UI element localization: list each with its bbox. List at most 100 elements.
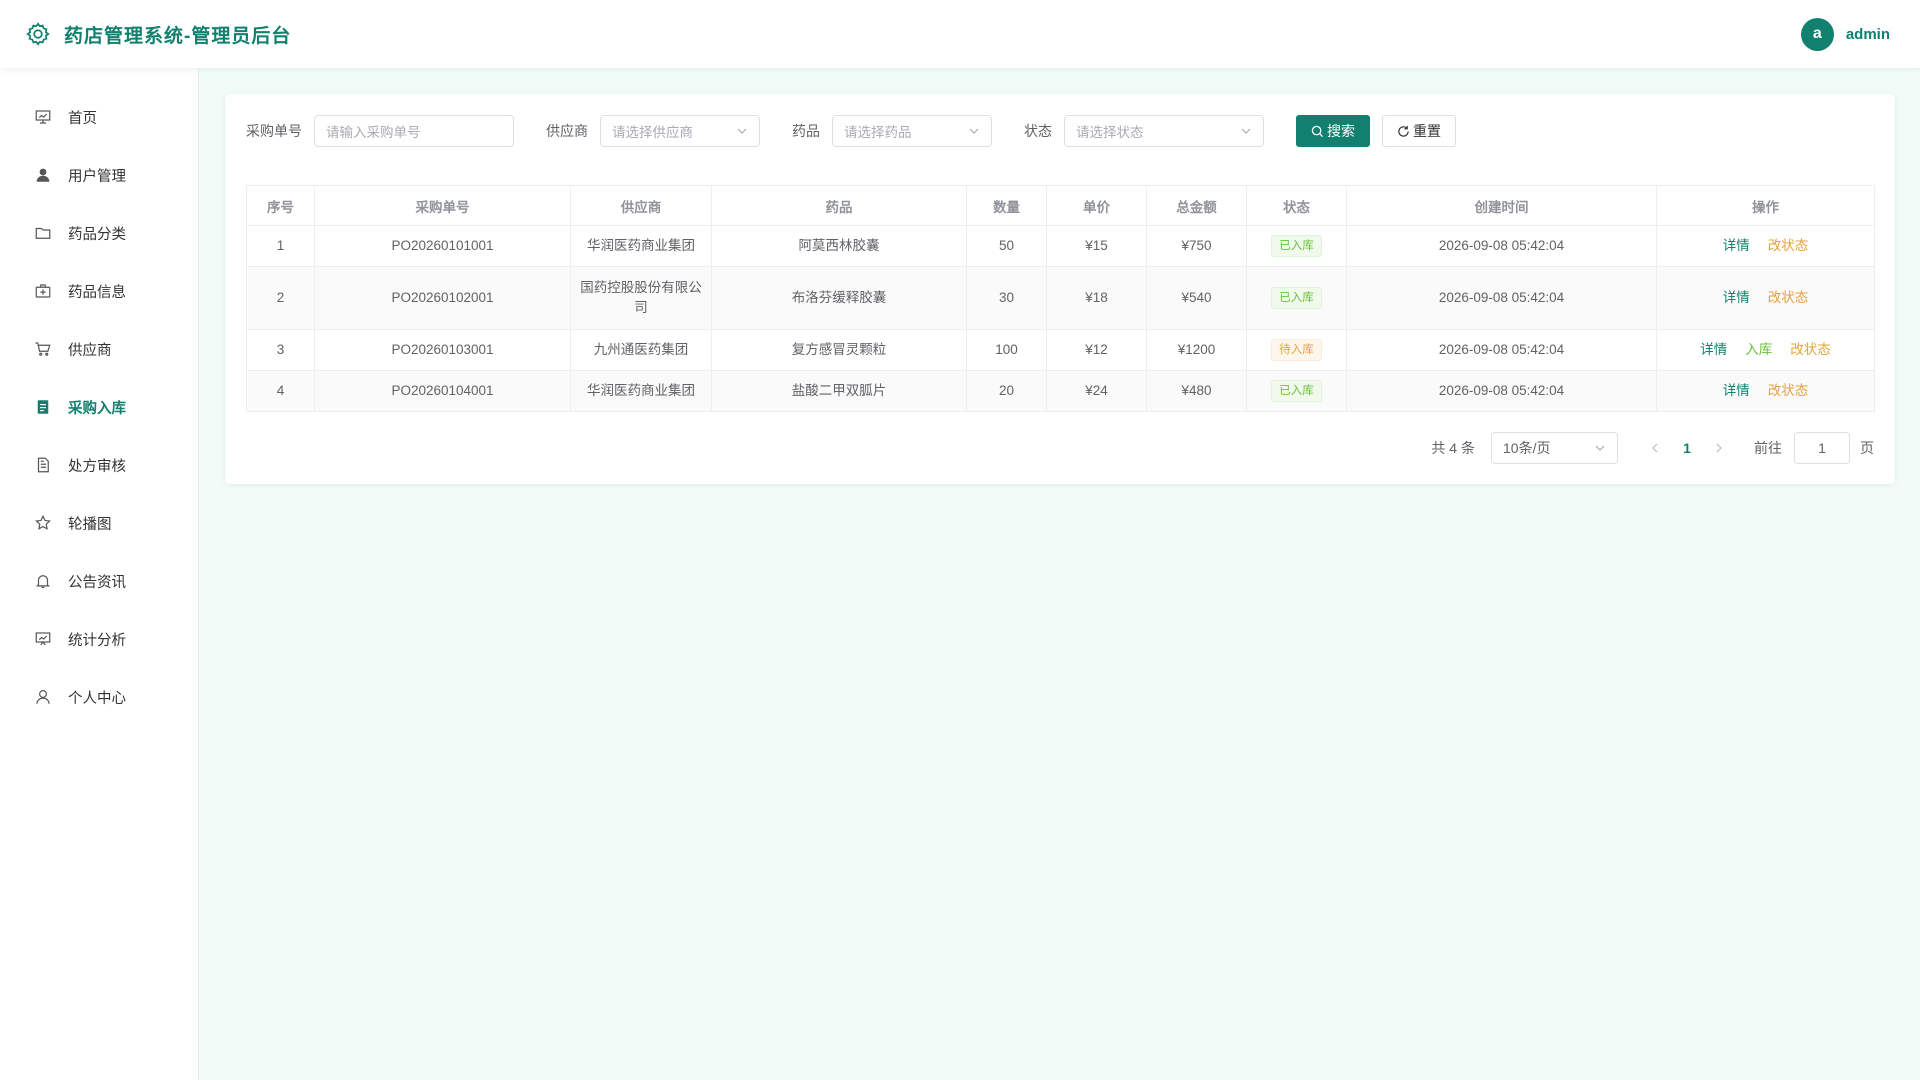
drug-select[interactable]: 请选择药品	[832, 115, 992, 147]
cell-order-no: PO20260104001	[314, 370, 571, 412]
column-header: 总金额	[1146, 185, 1247, 226]
cell-index: 3	[246, 329, 315, 371]
sidebar-item-supplier[interactable]: 供应商	[0, 320, 198, 378]
reset-button-label: 重置	[1413, 123, 1441, 139]
cell-actions: 详情 改状态	[1656, 225, 1875, 267]
status-select[interactable]: 请选择状态	[1064, 115, 1264, 147]
column-header: 单价	[1046, 185, 1147, 226]
cell-index: 1	[246, 225, 315, 267]
change-status-link[interactable]: 改状态	[1790, 342, 1831, 357]
table-row: 4 PO20260104001 华润医药商业集团 盐酸二甲双胍片 20 ¥24 …	[246, 370, 1875, 412]
change-status-link[interactable]: 改状态	[1768, 238, 1809, 253]
username[interactable]: admin	[1846, 26, 1890, 43]
column-header: 药品	[711, 185, 967, 226]
cell-order-no: PO20260101001	[314, 225, 571, 267]
status-badge: 已入库	[1271, 380, 1322, 402]
cell-supplier: 国药控股股份有限公司	[570, 266, 712, 330]
sidebar-item-users[interactable]: 用户管理	[0, 146, 198, 204]
drug-label: 药品	[792, 123, 820, 139]
order-no-input[interactable]: 请输入采购单号	[314, 115, 514, 147]
cell-order-no: PO20260103001	[314, 329, 571, 371]
stock-in-link[interactable]: 入库	[1745, 342, 1772, 357]
pagination: 共 4 条 10条/页 1 前往 1 页	[246, 432, 1874, 464]
drug-placeholder: 请选择药品	[844, 125, 912, 140]
sidebar-item-prescription[interactable]: 处方审核	[0, 436, 198, 494]
supplier-label: 供应商	[546, 123, 588, 139]
detail-link[interactable]: 详情	[1700, 342, 1727, 357]
chevron-down-icon	[1595, 445, 1605, 451]
next-page-button[interactable]	[1704, 442, 1734, 454]
column-header: 创建时间	[1346, 185, 1657, 226]
chevron-left-icon	[1652, 443, 1658, 453]
cell-unit-price: ¥18	[1046, 266, 1147, 330]
sidebar-item-label: 供应商	[68, 342, 112, 359]
table-row: 1 PO20260101001 华润医药商业集团 阿莫西林胶囊 50 ¥15 ¥…	[246, 225, 1875, 267]
sidebar-item-label: 个人中心	[68, 690, 126, 707]
bell-icon	[35, 575, 51, 588]
user-menu[interactable]: a admin	[1800, 17, 1890, 51]
cell-unit-price: ¥15	[1046, 225, 1147, 267]
top-header: 药店管理系统-管理员后台 a admin	[0, 0, 1920, 68]
detail-link[interactable]: 详情	[1723, 383, 1750, 398]
sidebar-item-drug-category[interactable]: 药品分类	[0, 204, 198, 262]
table-header-row: 序号 采购单号 供应商 药品 数量 单价 总金额 状态 创建时间 操作	[246, 185, 1875, 226]
document-filled-icon	[37, 400, 49, 414]
goto-page-input[interactable]: 1	[1794, 432, 1850, 464]
search-icon	[1311, 125, 1324, 137]
page-suffix: 页	[1860, 440, 1874, 456]
user-filled-icon	[36, 168, 50, 182]
cell-supplier: 华润医药商业集团	[570, 370, 712, 412]
sidebar-item-label: 药品信息	[68, 284, 126, 301]
sidebar-item-purchase[interactable]: 采购入库	[0, 378, 198, 436]
sidebar-item-label: 统计分析	[68, 632, 126, 649]
sidebar-item-drug-info[interactable]: 药品信息	[0, 262, 198, 320]
sidebar-item-statistics[interactable]: 统计分析	[0, 610, 198, 668]
cell-unit-price: ¥24	[1046, 370, 1147, 412]
cell-actions: 详情 入库 改状态	[1656, 329, 1875, 371]
sidebar-item-label: 用户管理	[68, 168, 126, 185]
cell-drug: 阿莫西林胶囊	[711, 225, 967, 267]
page-size-select[interactable]: 10条/页	[1491, 432, 1618, 464]
change-status-link[interactable]: 改状态	[1768, 290, 1809, 305]
column-header: 采购单号	[314, 185, 571, 226]
supplier-select[interactable]: 请选择供应商	[600, 115, 760, 147]
chevron-down-icon	[737, 128, 747, 134]
reset-button[interactable]: 重置	[1382, 115, 1456, 147]
star-icon	[35, 514, 51, 530]
detail-link[interactable]: 详情	[1723, 238, 1750, 253]
goto-label: 前往	[1754, 440, 1782, 456]
cell-quantity: 100	[966, 329, 1047, 371]
dashboard-icon	[35, 110, 51, 124]
cell-supplier: 九州通医药集团	[570, 329, 712, 371]
first-aid-kit-icon	[35, 284, 51, 298]
search-button[interactable]: 搜索	[1296, 115, 1370, 147]
user-icon	[36, 690, 50, 704]
prev-page-button[interactable]	[1640, 442, 1670, 454]
change-status-link[interactable]: 改状态	[1768, 383, 1809, 398]
order-no-label: 采购单号	[246, 123, 302, 139]
folder-icon	[35, 227, 51, 239]
cell-index: 4	[246, 370, 315, 412]
sidebar-item-carousel[interactable]: 轮播图	[0, 494, 198, 552]
sidebar-item-home[interactable]: 首页	[0, 88, 198, 146]
avatar[interactable]: a	[1800, 17, 1834, 51]
order-no-placeholder: 请输入采购单号	[326, 125, 421, 140]
cell-supplier: 华润医药商业集团	[570, 225, 712, 267]
cell-total: ¥540	[1146, 266, 1247, 330]
pagination-total: 共 4 条	[1431, 440, 1475, 456]
chevron-right-icon	[1716, 443, 1722, 453]
cell-quantity: 30	[966, 266, 1047, 330]
goto-page-value: 1	[1818, 440, 1826, 456]
sidebar-item-notice[interactable]: 公告资讯	[0, 552, 198, 610]
cell-drug: 布洛芬缓释胶囊	[711, 266, 967, 330]
detail-link[interactable]: 详情	[1723, 290, 1750, 305]
cell-actions: 详情 改状态	[1656, 370, 1875, 412]
column-header: 操作	[1656, 185, 1875, 226]
page-number[interactable]: 1	[1670, 440, 1704, 456]
presentation-icon	[35, 632, 51, 646]
cell-drug: 复方感冒灵颗粒	[711, 329, 967, 371]
chevron-down-icon	[969, 128, 979, 134]
cell-created: 2026-09-08 05:42:04	[1346, 266, 1657, 330]
sidebar-item-label: 采购入库	[68, 400, 126, 417]
sidebar-item-profile[interactable]: 个人中心	[0, 668, 198, 726]
